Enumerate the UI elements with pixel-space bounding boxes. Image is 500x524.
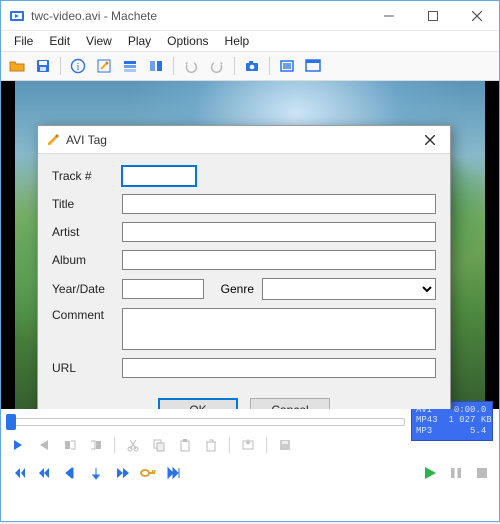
first-frame-icon[interactable]	[7, 462, 29, 484]
label-track: Track #	[52, 169, 122, 183]
label-url: URL	[52, 361, 122, 375]
comment-field[interactable]	[122, 308, 436, 350]
menu-view[interactable]: View	[79, 32, 119, 50]
info-icon[interactable]: i	[66, 54, 90, 78]
dialog-title: AVI Tag	[66, 133, 107, 147]
menu-play[interactable]: Play	[121, 32, 158, 50]
toolbar: i	[1, 51, 499, 81]
label-artist: Artist	[52, 225, 122, 239]
pause-button[interactable]	[445, 462, 467, 484]
label-comment: Comment	[52, 308, 122, 322]
mark-start-icon[interactable]	[7, 434, 29, 456]
url-field[interactable]	[122, 358, 436, 378]
mark-end-icon[interactable]	[33, 434, 55, 456]
window-title: twc-video.avi - Machete	[31, 9, 157, 23]
prev-frame-icon[interactable]	[59, 462, 81, 484]
dialog-close-button[interactable]	[416, 129, 444, 151]
ok-button[interactable]: OK	[158, 398, 238, 409]
close-button[interactable]	[455, 2, 499, 30]
menubar: File Edit View Play Options Help	[1, 31, 499, 51]
tag-edit-icon[interactable]	[92, 54, 116, 78]
cancel-button[interactable]: Cancel	[250, 398, 330, 409]
seek-row: AVI 0:00.0 MP43 1 027 KB MP3 5.4	[1, 409, 499, 431]
avi-tag-dialog: AVI Tag Track # Title Artist Album	[37, 125, 451, 409]
maximize-button[interactable]	[411, 2, 455, 30]
main-window: twc-video.avi - Machete File Edit View P…	[0, 0, 500, 522]
stop-button[interactable]	[471, 462, 493, 484]
info-size: 1 027 KB	[448, 415, 491, 425]
cut-icon[interactable]	[122, 434, 144, 456]
label-album: Album	[52, 253, 122, 267]
streams-icon[interactable]	[118, 54, 142, 78]
info-vcodec: MP43	[416, 415, 438, 425]
genre-select[interactable]	[262, 278, 436, 300]
prev-keyframe-icon[interactable]	[33, 462, 55, 484]
select-left-icon[interactable]	[59, 434, 81, 456]
select-right-icon[interactable]	[85, 434, 107, 456]
fit-icon[interactable]	[275, 54, 299, 78]
info-bitrate: 5.4	[470, 426, 486, 436]
year-field[interactable]	[122, 279, 204, 299]
svg-text:i: i	[77, 62, 80, 73]
info-time: 0:00.0	[454, 405, 486, 415]
playback-controls	[1, 459, 499, 487]
titlebar: twc-video.avi - Machete	[1, 1, 499, 31]
app-icon	[9, 8, 25, 24]
save-selection-icon[interactable]	[274, 434, 296, 456]
delete-icon[interactable]	[200, 434, 222, 456]
video-area: AVI Tag Track # Title Artist Album	[1, 81, 499, 409]
track-field[interactable]	[122, 166, 196, 186]
artist-field[interactable]	[122, 222, 436, 242]
play-button[interactable]	[419, 462, 441, 484]
seek-slider[interactable]	[7, 418, 405, 426]
copy-icon[interactable]	[148, 434, 170, 456]
album-field[interactable]	[122, 250, 436, 270]
menu-edit[interactable]: Edit	[42, 32, 77, 50]
next-frame-icon[interactable]	[111, 462, 133, 484]
streams2-icon[interactable]	[144, 54, 168, 78]
snapshot-icon[interactable]	[240, 54, 264, 78]
next-keyframe-icon[interactable]	[137, 462, 159, 484]
seek-thumb[interactable]	[6, 414, 16, 430]
label-year: Year/Date	[52, 282, 122, 296]
last-frame-icon[interactable]	[163, 462, 185, 484]
menu-options[interactable]: Options	[160, 32, 215, 50]
redo-icon[interactable]	[205, 54, 229, 78]
fullscreen-icon[interactable]	[301, 54, 325, 78]
pencil-icon	[46, 131, 60, 148]
open-icon[interactable]	[5, 54, 29, 78]
keyframe-marker-icon[interactable]	[85, 462, 107, 484]
title-field[interactable]	[122, 194, 436, 214]
save-icon[interactable]	[31, 54, 55, 78]
menu-file[interactable]: File	[7, 32, 40, 50]
dialog-titlebar: AVI Tag	[38, 126, 450, 154]
label-genre: Genre	[204, 282, 254, 296]
label-title: Title	[52, 197, 122, 211]
insert-icon[interactable]	[237, 434, 259, 456]
paste-icon[interactable]	[174, 434, 196, 456]
menu-help[interactable]: Help	[218, 32, 257, 50]
undo-icon[interactable]	[179, 54, 203, 78]
minimize-button[interactable]	[367, 2, 411, 30]
info-acodec: MP3	[416, 426, 432, 436]
